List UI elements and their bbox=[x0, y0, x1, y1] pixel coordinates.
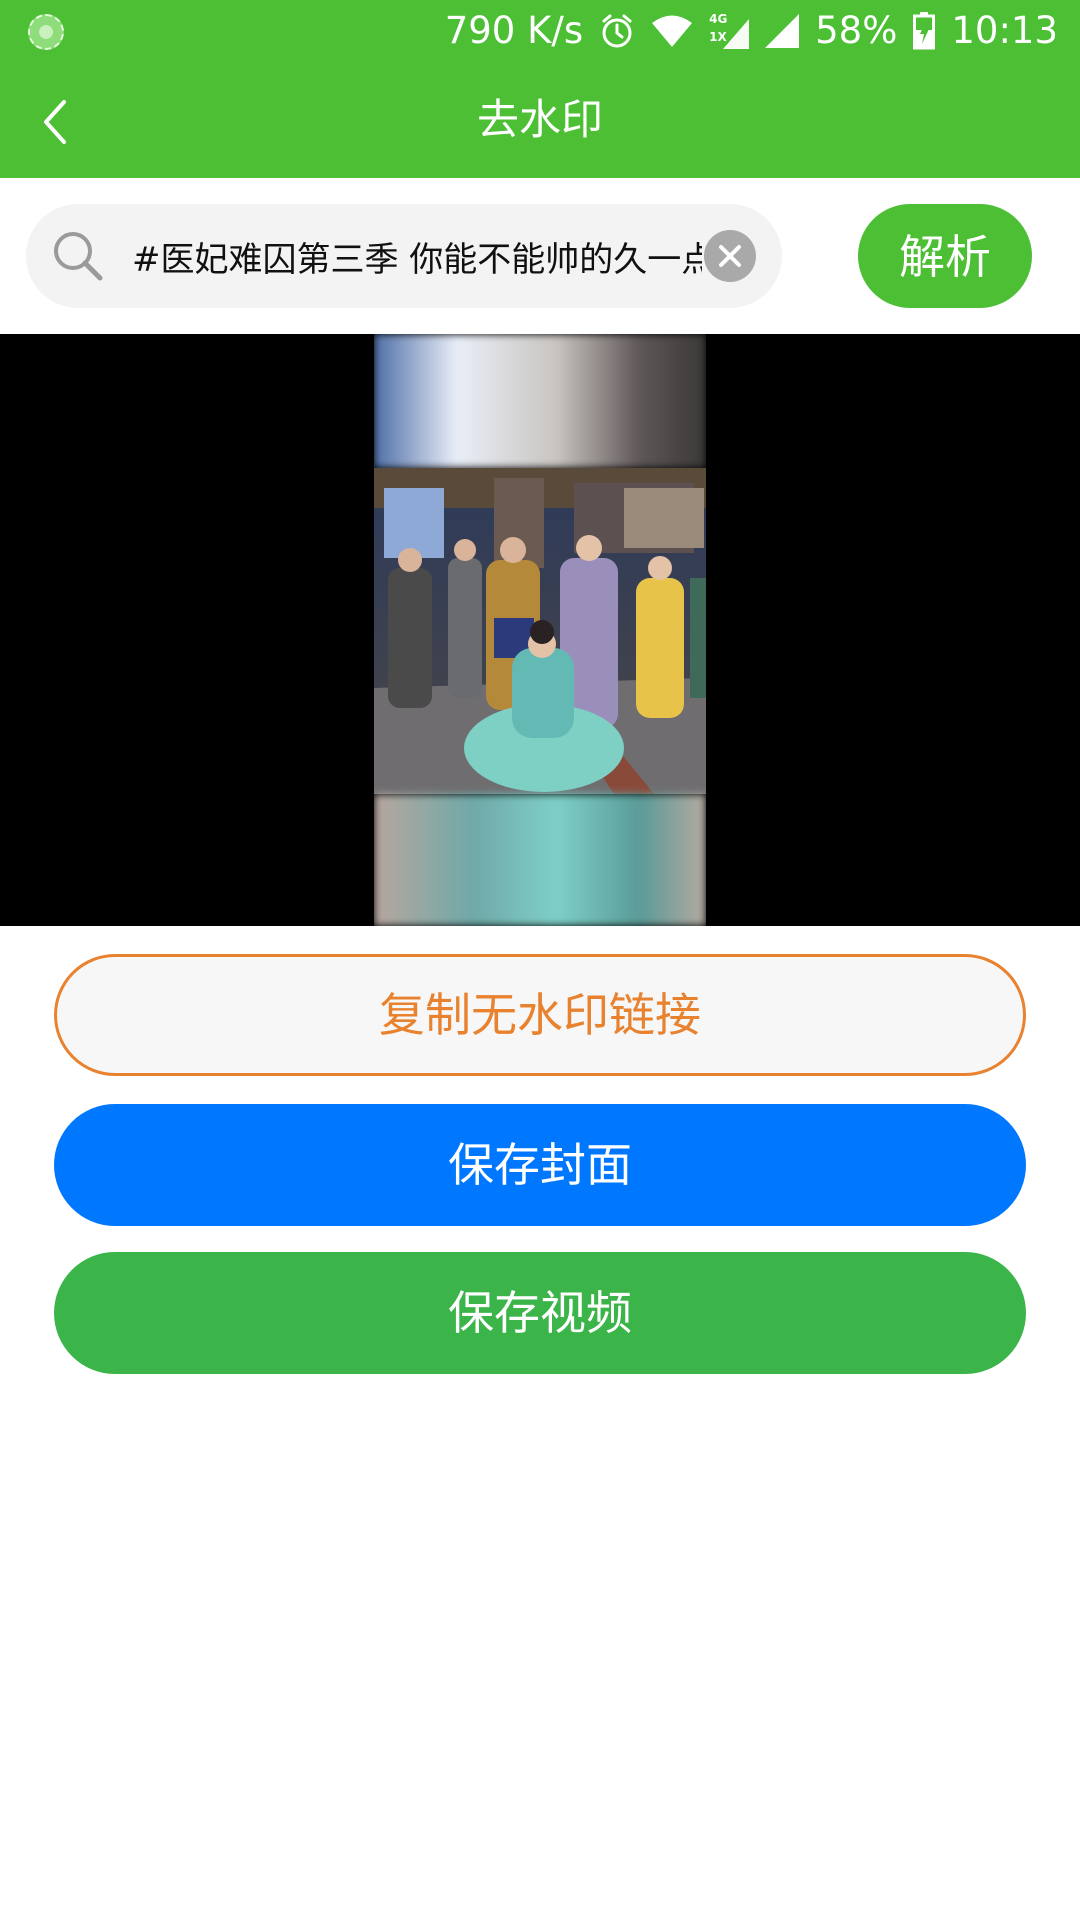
search-box bbox=[26, 204, 782, 308]
signal-4g-icon: 4G 1X bbox=[709, 13, 750, 49]
network-speed: 790 K/s bbox=[444, 9, 584, 52]
clock: 10:13 bbox=[951, 9, 1058, 52]
status-bar-right: 790 K/s 4G 1X 58% 10:13 bbox=[445, 0, 1058, 62]
search-icon bbox=[50, 228, 106, 284]
video-preview[interactable] bbox=[374, 334, 706, 926]
close-icon bbox=[719, 245, 741, 267]
wifi-icon bbox=[651, 14, 693, 48]
chevron-left-icon bbox=[44, 100, 66, 144]
battery-icon bbox=[913, 12, 936, 50]
video-scene bbox=[374, 468, 706, 794]
signal-icon bbox=[765, 14, 800, 48]
status-bar: 790 K/s 4G 1X 58% 10:13 bbox=[0, 0, 1080, 62]
app-bar: 去水印 bbox=[0, 62, 1080, 178]
battery-percent: 58% bbox=[815, 9, 898, 52]
clear-button[interactable] bbox=[704, 230, 756, 282]
video-blur-bottom bbox=[374, 794, 706, 926]
save-video-button[interactable]: 保存视频 bbox=[54, 1252, 1026, 1374]
alarm-icon bbox=[599, 13, 635, 49]
search-input[interactable] bbox=[132, 204, 702, 308]
copy-link-button[interactable]: 复制无水印链接 bbox=[54, 954, 1026, 1076]
save-cover-button[interactable]: 保存封面 bbox=[54, 1104, 1026, 1226]
video-blur-top bbox=[374, 334, 706, 468]
page-title: 去水印 bbox=[476, 95, 603, 144]
search-row: 解析 bbox=[0, 178, 1080, 334]
back-button[interactable] bbox=[26, 92, 86, 152]
app-logo-icon bbox=[28, 14, 64, 50]
video-player[interactable] bbox=[0, 334, 1080, 926]
parse-button[interactable]: 解析 bbox=[858, 204, 1032, 308]
